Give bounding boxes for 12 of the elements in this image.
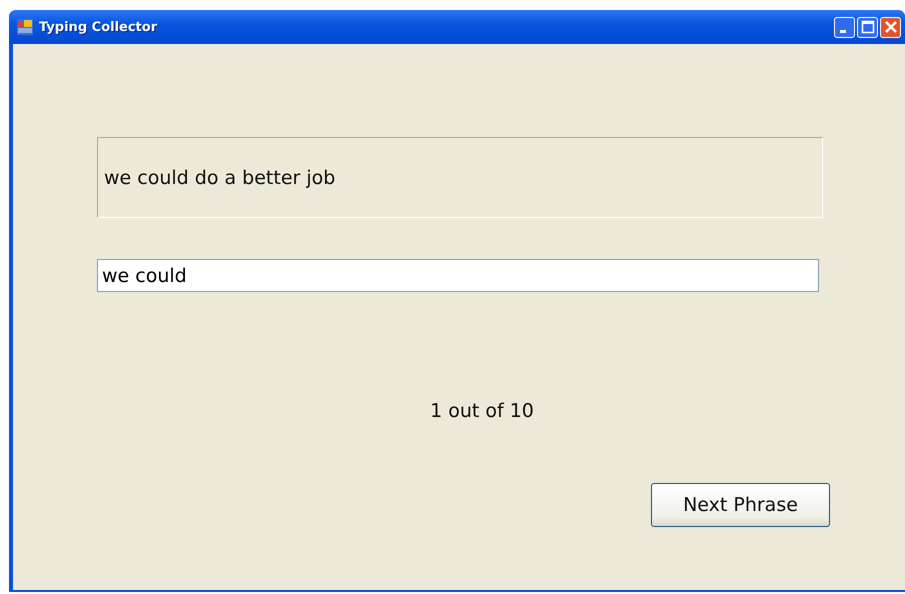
maximize-icon (860, 20, 874, 34)
minimize-icon (840, 30, 846, 32)
next-phrase-button[interactable]: Next Phrase (651, 483, 830, 527)
progress-text: 1 out of 10 (429, 400, 535, 422)
minimize-button[interactable] (834, 16, 855, 38)
close-button[interactable] (880, 16, 901, 38)
close-icon (884, 20, 898, 34)
maximize-button[interactable] (857, 16, 878, 38)
input-field[interactable]: we could (97, 259, 819, 292)
window-title: Typing Collector (39, 20, 158, 34)
app-icon (17, 19, 33, 35)
phrase-text: we could do a better job (104, 166, 336, 188)
